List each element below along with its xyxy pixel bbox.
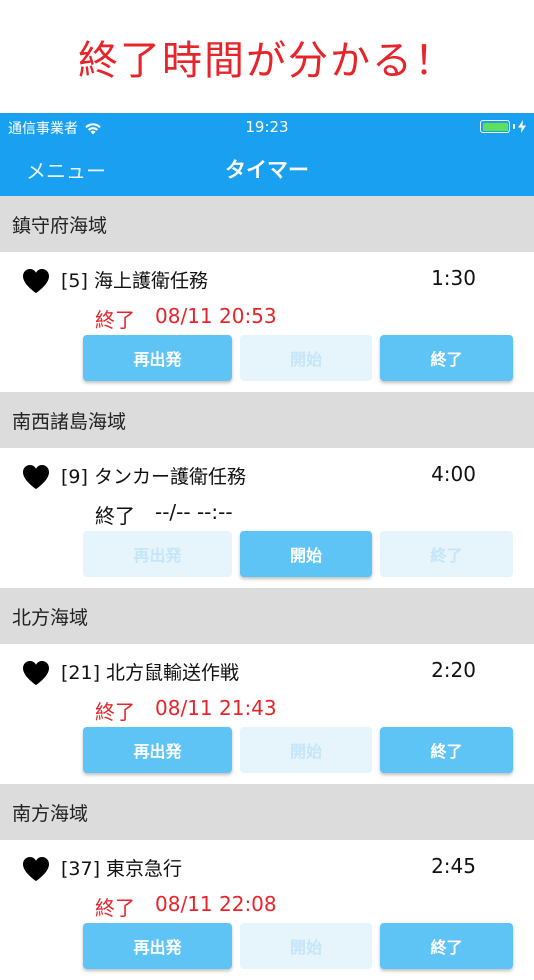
end-time: --/-- --:-- <box>155 500 233 524</box>
start-button[interactable]: 開始 <box>240 923 372 969</box>
expedition-name: [21] 北方鼠輸送作戦 <box>61 662 240 684</box>
section: 北方海域 [21] 北方鼠輸送作戦 2:20 終了 08/11 21:43 再出… <box>0 588 534 784</box>
end-time-line: 終了 08/11 22:08 <box>95 892 277 921</box>
expedition-name: [5] 海上護衛任務 <box>61 270 208 292</box>
section-header: 北方海域 <box>0 588 534 644</box>
charging-bolt-icon <box>518 120 526 133</box>
heart-icon[interactable] <box>22 660 50 686</box>
expedition-duration: 1:30 <box>431 266 476 290</box>
expedition-name: [9] タンカー護衛任務 <box>61 466 246 488</box>
button-row: 再出発 開始 終了 <box>83 531 513 577</box>
expedition-duration: 2:20 <box>431 658 476 682</box>
end-time-line: 終了 --/-- --:-- <box>95 500 233 529</box>
expedition-row: [21] 北方鼠輸送作戦 2:20 終了 08/11 21:43 再出発 開始 … <box>0 644 534 784</box>
restart-button[interactable]: 再出発 <box>83 727 232 773</box>
battery-icon <box>480 120 510 133</box>
battery-indicator <box>480 120 526 133</box>
button-row: 再出発 開始 終了 <box>83 923 513 969</box>
section: 南西諸島海域 [9] タンカー護衛任務 4:00 終了 --/-- --:-- … <box>0 392 534 588</box>
expedition-duration: 4:00 <box>431 462 476 486</box>
section-header: 南方海域 <box>0 784 534 840</box>
start-button[interactable]: 開始 <box>240 335 372 381</box>
end-label: 終了 <box>95 308 135 332</box>
restart-button[interactable]: 再出発 <box>83 531 232 577</box>
expedition-duration: 2:45 <box>431 854 476 878</box>
finish-button[interactable]: 終了 <box>380 531 513 577</box>
section-header: 鎮守府海域 <box>0 196 534 252</box>
section: 鎮守府海域 [5] 海上護衛任務 1:30 終了 08/11 20:53 再出発… <box>0 196 534 392</box>
status-bar: 通信事業者 19:23 <box>0 113 534 141</box>
heart-icon[interactable] <box>22 268 50 294</box>
section: 南方海域 [37] 東京急行 2:45 終了 08/11 22:08 再出発 開… <box>0 784 534 980</box>
end-time-line: 終了 08/11 20:53 <box>95 304 277 333</box>
nav-title: タイマー <box>225 158 309 182</box>
expedition-row: [5] 海上護衛任務 1:30 終了 08/11 20:53 再出発 開始 終了 <box>0 252 534 392</box>
end-label: 終了 <box>95 504 135 528</box>
expedition-name: [37] 東京急行 <box>61 858 183 880</box>
finish-button[interactable]: 終了 <box>380 727 513 773</box>
heart-icon[interactable] <box>22 856 50 882</box>
start-button[interactable]: 開始 <box>240 531 372 577</box>
section-header: 南西諸島海域 <box>0 392 534 448</box>
button-row: 再出発 開始 終了 <box>83 335 513 381</box>
end-time: 08/11 20:53 <box>155 304 277 328</box>
end-time: 08/11 21:43 <box>155 696 277 720</box>
promo-headline: 終了時間が分かる！ <box>78 37 456 84</box>
end-time-line: 終了 08/11 21:43 <box>95 696 277 725</box>
expedition-row: [37] 東京急行 2:45 終了 08/11 22:08 再出発 開始 終了 <box>0 840 534 980</box>
start-button[interactable]: 開始 <box>240 727 372 773</box>
end-time: 08/11 22:08 <box>155 892 277 916</box>
button-row: 再出発 開始 終了 <box>83 727 513 773</box>
timer-list: 鎮守府海域 [5] 海上護衛任務 1:30 終了 08/11 20:53 再出発… <box>0 196 534 980</box>
end-label: 終了 <box>95 700 135 724</box>
end-label: 終了 <box>95 896 135 920</box>
heart-icon[interactable] <box>22 464 50 490</box>
restart-button[interactable]: 再出発 <box>83 923 232 969</box>
restart-button[interactable]: 再出発 <box>83 335 232 381</box>
clock: 19:23 <box>245 118 289 136</box>
finish-button[interactable]: 終了 <box>380 923 513 969</box>
expedition-row: [9] タンカー護衛任務 4:00 終了 --/-- --:-- 再出発 開始 … <box>0 448 534 588</box>
navigation-bar: メニュー タイマー <box>0 141 534 196</box>
finish-button[interactable]: 終了 <box>380 335 513 381</box>
